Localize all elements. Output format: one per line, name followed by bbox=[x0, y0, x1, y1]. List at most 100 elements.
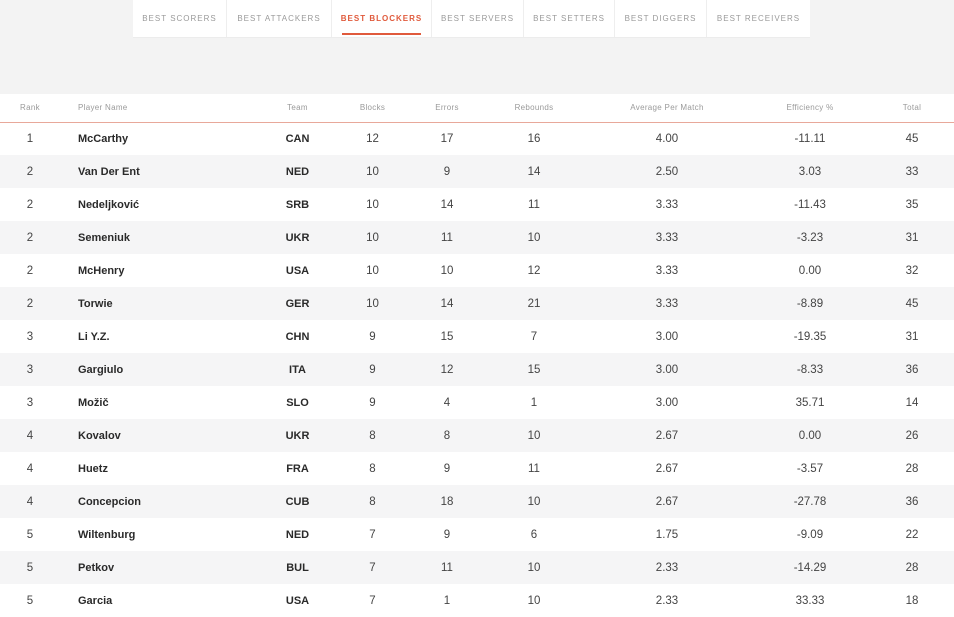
team-cell[interactable]: CUB bbox=[260, 485, 335, 518]
player-name-cell[interactable]: Nedeljković bbox=[60, 188, 260, 221]
errors-cell: 9 bbox=[443, 165, 451, 178]
average-per-match-cell: 3.00 bbox=[655, 363, 679, 376]
header-errors[interactable]: Errors bbox=[410, 94, 484, 123]
player-name-cell[interactable]: Van Der Ent bbox=[60, 155, 260, 188]
errors-cell: 14 bbox=[440, 297, 454, 310]
table-row: 5 Wiltenburg NED 7 9 6 1.75 -9.09 22 bbox=[0, 518, 954, 551]
errors-cell: 18 bbox=[440, 495, 454, 508]
average-per-match-cell: 3.33 bbox=[655, 297, 679, 310]
rank-cell: 3 bbox=[26, 330, 34, 343]
team-cell[interactable]: FRA bbox=[260, 452, 335, 485]
rebounds-cell: 15 bbox=[527, 363, 541, 376]
total-cell: 31 bbox=[905, 231, 919, 244]
blocks-cell: 12 bbox=[366, 132, 379, 145]
rebounds-cell: 11 bbox=[528, 462, 540, 475]
rebounds-cell: 6 bbox=[530, 528, 538, 541]
player-name-cell[interactable]: Kovalov bbox=[60, 419, 260, 452]
efficiency-cell: -11.11 bbox=[794, 132, 826, 145]
player-name-cell[interactable]: Huetz bbox=[60, 452, 260, 485]
rank-cell: 2 bbox=[26, 198, 34, 211]
header-team[interactable]: Team bbox=[260, 94, 335, 123]
rebounds-cell: 10 bbox=[527, 429, 541, 442]
errors-cell: 10 bbox=[440, 264, 454, 277]
team-cell[interactable]: USA bbox=[260, 254, 335, 287]
rank-cell: 2 bbox=[26, 264, 34, 277]
total-cell: 36 bbox=[905, 495, 919, 508]
team-cell[interactable]: BUL bbox=[260, 551, 335, 584]
table-row: 3 Gargiulo ITA 9 12 15 3.00 -8.33 36 bbox=[0, 353, 954, 386]
team-cell[interactable]: UKR bbox=[260, 221, 335, 254]
player-name-cell[interactable]: Gargiulo bbox=[60, 353, 260, 386]
header-rebounds[interactable]: Rebounds bbox=[484, 94, 584, 123]
rank-cell: 4 bbox=[26, 495, 34, 508]
header-efficiency[interactable]: Efficiency % bbox=[750, 94, 870, 123]
average-per-match-cell: 2.33 bbox=[655, 561, 679, 574]
rebounds-cell: 10 bbox=[527, 231, 541, 244]
rank-cell: 5 bbox=[26, 528, 34, 541]
tab-best-scorers[interactable]: BEST SCORERS bbox=[133, 0, 227, 37]
team-cell[interactable]: SRB bbox=[260, 188, 335, 221]
tab-best-attackers[interactable]: BEST ATTACKERS bbox=[227, 0, 332, 37]
player-name-cell[interactable]: Semeniuk bbox=[60, 221, 260, 254]
header-average-per-match[interactable]: Average Per Match bbox=[584, 94, 750, 123]
team-cell[interactable]: CAN bbox=[260, 122, 335, 155]
total-cell: 32 bbox=[905, 264, 919, 277]
total-cell: 45 bbox=[905, 132, 919, 145]
rank-cell: 4 bbox=[26, 462, 34, 475]
blocks-cell: 10 bbox=[366, 231, 379, 244]
total-cell: 45 bbox=[905, 297, 919, 310]
table-row: 1 McCarthy CAN 12 17 16 4.00 -11.11 45 bbox=[0, 122, 954, 155]
errors-cell: 9 bbox=[443, 462, 451, 475]
rebounds-cell: 1 bbox=[530, 396, 538, 409]
table-row: 3 Li Y.Z. CHN 9 15 7 3.00 -19.35 31 bbox=[0, 320, 954, 353]
blocks-cell: 10 bbox=[366, 198, 379, 211]
player-name-cell[interactable]: Garcia bbox=[60, 584, 260, 617]
team-cell[interactable]: CHN bbox=[260, 320, 335, 353]
player-name-cell[interactable]: Torwie bbox=[60, 287, 260, 320]
efficiency-cell: 33.33 bbox=[795, 594, 825, 607]
errors-cell: 11 bbox=[441, 231, 453, 244]
efficiency-cell: 3.03 bbox=[798, 165, 822, 178]
header-player-name[interactable]: Player Name bbox=[60, 94, 260, 123]
total-cell: 36 bbox=[905, 363, 919, 376]
team-cell[interactable]: SLO bbox=[260, 386, 335, 419]
blocks-cell: 9 bbox=[369, 330, 376, 343]
tab-best-blockers[interactable]: BEST BLOCKERS bbox=[332, 0, 432, 37]
team-cell[interactable]: NED bbox=[260, 518, 335, 551]
player-name-cell[interactable]: Petkov bbox=[60, 551, 260, 584]
average-per-match-cell: 3.00 bbox=[655, 330, 679, 343]
team-cell[interactable]: NED bbox=[260, 155, 335, 188]
total-cell: 35 bbox=[905, 198, 919, 211]
rebounds-cell: 10 bbox=[527, 495, 541, 508]
tab-best-diggers[interactable]: BEST DIGGERS bbox=[615, 0, 707, 37]
header-total[interactable]: Total bbox=[870, 94, 954, 123]
efficiency-cell: -14.29 bbox=[793, 561, 827, 574]
team-cell[interactable]: ITA bbox=[260, 353, 335, 386]
player-name-cell[interactable]: Li Y.Z. bbox=[60, 320, 260, 353]
efficiency-cell: 35.71 bbox=[795, 396, 825, 409]
efficiency-cell: -19.35 bbox=[793, 330, 827, 343]
header-blocks[interactable]: Blocks bbox=[335, 94, 410, 123]
player-name-cell[interactable]: McCarthy bbox=[60, 122, 260, 155]
header-rank[interactable]: Rank bbox=[0, 94, 60, 123]
tab-best-receivers[interactable]: BEST RECEIVERS bbox=[707, 0, 810, 37]
efficiency-cell: -8.89 bbox=[796, 297, 824, 310]
efficiency-cell: -8.33 bbox=[796, 363, 824, 376]
average-per-match-cell: 2.67 bbox=[655, 495, 679, 508]
total-cell: 31 bbox=[905, 330, 919, 343]
tab-best-servers[interactable]: BEST SERVERS bbox=[432, 0, 524, 37]
player-name-cell[interactable]: Možič bbox=[60, 386, 260, 419]
rank-cell: 2 bbox=[26, 297, 34, 310]
rebounds-cell: 12 bbox=[527, 264, 541, 277]
team-cell[interactable]: USA bbox=[260, 584, 335, 617]
errors-cell: 4 bbox=[443, 396, 451, 409]
player-name-cell[interactable]: Wiltenburg bbox=[60, 518, 260, 551]
average-per-match-cell: 3.33 bbox=[655, 264, 679, 277]
player-name-cell[interactable]: Concepcion bbox=[60, 485, 260, 518]
team-cell[interactable]: GER bbox=[260, 287, 335, 320]
errors-cell: 14 bbox=[440, 198, 454, 211]
team-cell[interactable]: UKR bbox=[260, 419, 335, 452]
tab-best-setters[interactable]: BEST SETTERS bbox=[524, 0, 615, 37]
table-row: 2 Torwie GER 10 14 21 3.33 -8.89 45 bbox=[0, 287, 954, 320]
player-name-cell[interactable]: McHenry bbox=[60, 254, 260, 287]
